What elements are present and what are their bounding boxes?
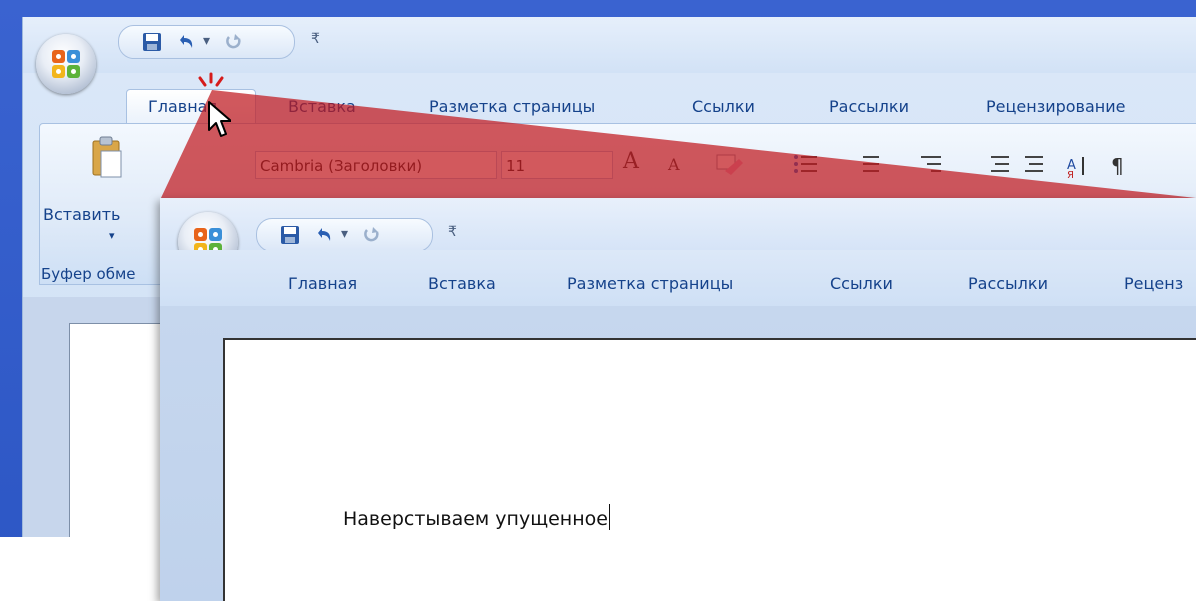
tab-mailings[interactable]: Рассылки [968, 274, 1048, 293]
font-size-value: 11 [506, 157, 526, 175]
tab-references[interactable]: Ссылки [692, 97, 755, 116]
paste-button[interactable]: Вставить [43, 205, 120, 224]
tab-home[interactable]: Главная [288, 274, 357, 293]
redo-icon[interactable] [223, 31, 245, 53]
office-button[interactable] [36, 34, 96, 94]
shrink-font-icon[interactable]: A [668, 155, 680, 174]
undo-icon[interactable] [175, 31, 197, 53]
tab-page-layout[interactable]: Разметка страницы [429, 97, 595, 116]
office-logo-icon [52, 50, 80, 78]
quick-access-toolbar: ▾ [118, 25, 295, 59]
tab-references[interactable]: Ссылки [830, 274, 893, 293]
font-name-combo[interactable]: Cambria (Заголовки) [255, 151, 497, 179]
paste-icon[interactable] [87, 135, 127, 191]
customize-qat-icon[interactable]: ₹ [448, 224, 457, 240]
tab-mailings[interactable]: Рассылки [829, 97, 909, 116]
tab-insert[interactable]: Вставка [288, 97, 356, 116]
slide-blank-area [0, 537, 170, 601]
presentation-slide: ▾ ₹ Главная Вставка Разметка страницы Сс… [0, 0, 1196, 601]
font-name-value: Cambria (Заголовки) [260, 157, 423, 175]
svg-text:Я: Я [1067, 170, 1074, 179]
clear-formatting-icon[interactable] [713, 151, 745, 179]
mouse-pointer-icon [208, 101, 231, 137]
undo-icon[interactable] [313, 224, 335, 246]
font-size-combo[interactable]: 11 [501, 151, 613, 179]
clipboard-group-label: Буфер обме [41, 265, 136, 283]
word-window-front: ▾ ₹ Главная Вставка Разметка страницы Сс… [160, 198, 1196, 601]
tab-review[interactable]: Рецензирование [986, 97, 1125, 116]
document-body[interactable]: Наверстываем упущенное [343, 504, 610, 530]
save-icon[interactable] [141, 31, 163, 53]
tab-insert[interactable]: Вставка [428, 274, 496, 293]
document-text: Наверстываем упущенное [343, 508, 608, 530]
document-page[interactable]: Наверстываем упущенное [223, 338, 1196, 601]
undo-dropdown-icon[interactable]: ▾ [203, 33, 210, 49]
paste-dropdown-icon[interactable]: ▾ [109, 229, 115, 242]
click-burst-icon [198, 72, 224, 87]
save-icon[interactable] [279, 224, 301, 246]
svg-text:¶: ¶ [1111, 154, 1124, 178]
tab-page-layout[interactable]: Разметка страницы [567, 274, 733, 293]
customize-qat-icon[interactable]: ₹ [311, 31, 320, 47]
ribbon-tabs-front: Главная Вставка Разметка страницы Ссылки… [160, 250, 1196, 307]
grow-font-icon[interactable]: A [623, 149, 639, 174]
text-caret [608, 504, 610, 530]
undo-dropdown-icon[interactable]: ▾ [341, 226, 348, 242]
quick-access-toolbar-front: ▾ [256, 218, 433, 252]
redo-icon[interactable] [361, 224, 383, 246]
tab-review[interactable]: Реценз [1124, 274, 1183, 293]
paragraph-toolbar-icons: А Я ¶ [794, 154, 1124, 179]
